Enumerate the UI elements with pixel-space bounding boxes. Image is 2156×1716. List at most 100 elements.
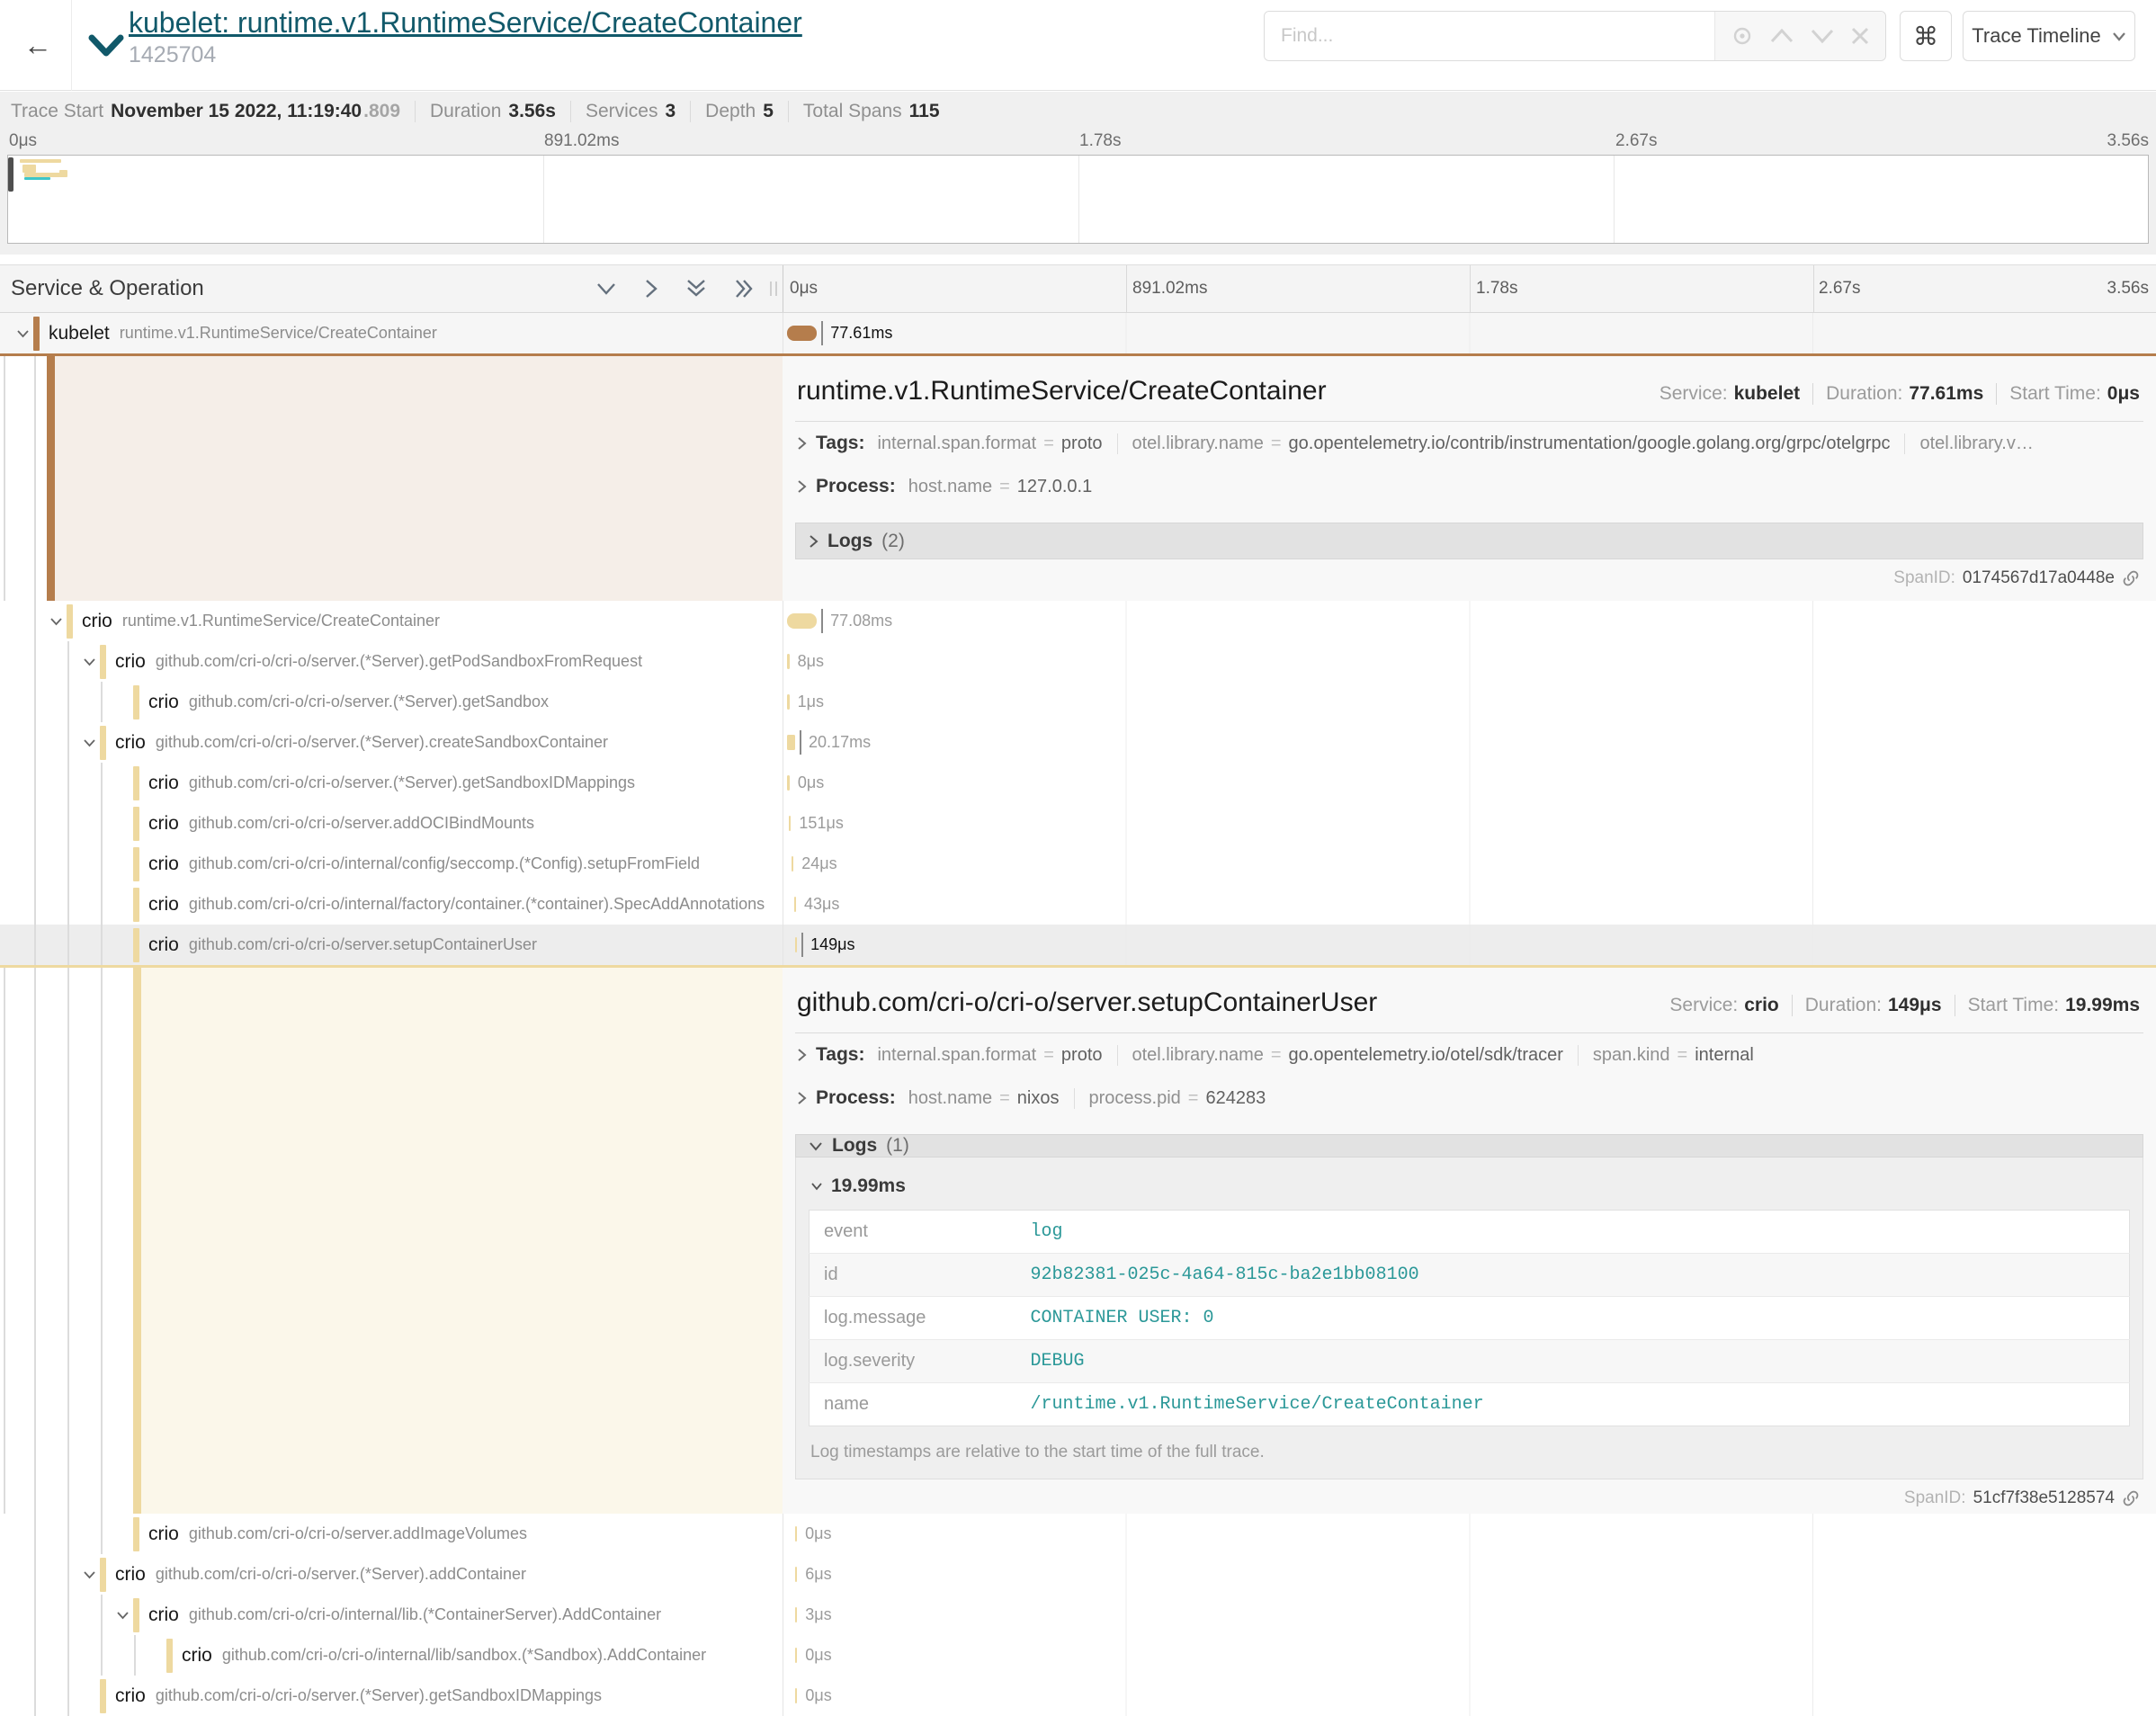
span-row[interactable]: crio github.com/cri-o/cri-o/internal/con… bbox=[0, 844, 2156, 884]
span-name-cell[interactable]: crio github.com/cri-o/cri-o/server.(*Ser… bbox=[0, 1554, 783, 1595]
collapse-one-icon[interactable] bbox=[595, 282, 617, 296]
link-icon[interactable] bbox=[2122, 1489, 2140, 1507]
span-duration-bar[interactable] bbox=[787, 694, 790, 710]
span-duration-bar[interactable] bbox=[787, 326, 817, 341]
trace-collapse-chevron-icon[interactable] bbox=[88, 34, 124, 58]
span-timeline-cell[interactable]: 149μs bbox=[783, 925, 2156, 965]
span-duration-bar[interactable] bbox=[795, 1567, 798, 1582]
key-value-pair[interactable]: otel.library.name = go.opentelemetry.io/… bbox=[1118, 1045, 1579, 1066]
span-timeline-cell[interactable]: 8μs bbox=[783, 641, 2156, 682]
chevron-down-icon[interactable] bbox=[49, 617, 63, 626]
log-entry-header[interactable]: 19.99ms bbox=[809, 1170, 2130, 1210]
span-row[interactable]: crio github.com/cri-o/cri-o/server.addIm… bbox=[0, 1514, 2156, 1554]
keyboard-shortcuts-button[interactable]: ⌘ bbox=[1900, 11, 1952, 61]
back-button[interactable]: ← bbox=[16, 23, 59, 67]
key-value-pair[interactable]: span.kind = internal bbox=[1579, 1045, 1768, 1066]
span-duration-bar[interactable] bbox=[795, 1526, 798, 1542]
key-value-pair[interactable]: otel.library.name = go.opentelemetry.io/… bbox=[1118, 433, 1906, 454]
expand-one-icon[interactable] bbox=[644, 278, 658, 299]
process-row[interactable]: Process: host.name = nixos process.pid =… bbox=[795, 1077, 2143, 1120]
span-timeline-cell[interactable]: 20.17ms bbox=[783, 722, 2156, 763]
span-row[interactable]: crio github.com/cri-o/cri-o/server.(*Ser… bbox=[0, 722, 2156, 763]
span-timeline-cell[interactable]: 3μs bbox=[783, 1595, 2156, 1635]
logs-accordion-header[interactable]: Logs (1) bbox=[795, 1134, 2143, 1157]
span-duration-bar[interactable] bbox=[787, 775, 790, 791]
minimap-drag-handle[interactable] bbox=[8, 157, 13, 192]
trace-title-link[interactable]: kubelet: runtime.v1.RuntimeService/Creat… bbox=[129, 6, 802, 40]
span-name-cell[interactable]: crio github.com/cri-o/cri-o/server.(*Ser… bbox=[0, 1676, 783, 1716]
span-row[interactable]: crio github.com/cri-o/cri-o/server.addOC… bbox=[0, 803, 2156, 844]
chevron-down-icon[interactable] bbox=[83, 1570, 96, 1579]
span-row[interactable]: crio github.com/cri-o/cri-o/server.(*Ser… bbox=[0, 763, 2156, 803]
span-timeline-cell[interactable]: 77.61ms bbox=[783, 313, 2156, 353]
chevron-down-icon[interactable] bbox=[16, 329, 30, 338]
span-timeline-cell[interactable]: 24μs bbox=[783, 844, 2156, 884]
span-name-cell[interactable]: crio runtime.v1.RuntimeService/CreateCon… bbox=[0, 601, 783, 641]
next-match-icon[interactable] bbox=[1810, 28, 1835, 44]
span-duration-bar[interactable] bbox=[795, 937, 798, 952]
span-name-cell[interactable]: crio github.com/cri-o/cri-o/server.setup… bbox=[0, 925, 783, 965]
chevron-down-icon[interactable] bbox=[83, 738, 96, 747]
key-value-pair[interactable]: internal.span.format = proto bbox=[877, 433, 1117, 454]
span-timeline-cell[interactable]: 0μs bbox=[783, 1676, 2156, 1716]
span-timeline-cell[interactable]: 1μs bbox=[783, 682, 2156, 722]
prev-match-icon[interactable] bbox=[1769, 28, 1794, 44]
collapse-all-icon[interactable] bbox=[685, 278, 707, 299]
link-icon[interactable] bbox=[2122, 569, 2140, 587]
span-name-cell[interactable]: crio github.com/cri-o/cri-o/server.(*Ser… bbox=[0, 682, 783, 722]
span-row[interactable]: crio github.com/cri-o/cri-o/server.(*Ser… bbox=[0, 1554, 2156, 1595]
tags-row[interactable]: Tags: internal.span.format = proto otel.… bbox=[795, 422, 2143, 465]
span-timeline-cell[interactable]: 0μs bbox=[783, 1514, 2156, 1554]
find-input[interactable] bbox=[1265, 12, 1714, 60]
expand-all-icon[interactable] bbox=[734, 278, 756, 299]
key-value-pair[interactable]: process.pid = 624283 bbox=[1075, 1088, 1281, 1109]
key-value-pair[interactable]: host.name = nixos bbox=[908, 1088, 1075, 1109]
minimap-canvas[interactable] bbox=[7, 155, 2149, 244]
span-name-cell[interactable]: crio github.com/cri-o/cri-o/internal/lib… bbox=[0, 1635, 783, 1676]
span-name-cell[interactable]: crio github.com/cri-o/cri-o/internal/lib… bbox=[0, 1595, 783, 1635]
key-value-pair[interactable]: internal.span.format = proto bbox=[877, 1045, 1117, 1066]
key-value-pair[interactable]: host.name = 127.0.0.1 bbox=[908, 477, 1107, 497]
span-duration-bar[interactable] bbox=[792, 856, 794, 871]
span-row[interactable]: crio github.com/cri-o/cri-o/server.(*Ser… bbox=[0, 682, 2156, 722]
span-row[interactable]: crio github.com/cri-o/cri-o/server.setup… bbox=[0, 925, 2156, 965]
tags-row[interactable]: Tags: internal.span.format = proto otel.… bbox=[795, 1033, 2143, 1077]
span-name-cell[interactable]: crio github.com/cri-o/cri-o/internal/fac… bbox=[0, 884, 783, 925]
span-duration-bar[interactable] bbox=[795, 1648, 798, 1663]
span-timeline-cell[interactable]: 0μs bbox=[783, 1635, 2156, 1676]
span-name-cell[interactable]: crio github.com/cri-o/cri-o/server.(*Ser… bbox=[0, 763, 783, 803]
span-timeline-cell[interactable]: 43μs bbox=[783, 884, 2156, 925]
span-timeline-cell[interactable]: 0μs bbox=[783, 763, 2156, 803]
span-timeline-cell[interactable]: 6μs bbox=[783, 1554, 2156, 1595]
span-row[interactable]: crio github.com/cri-o/cri-o/internal/lib… bbox=[0, 1635, 2156, 1676]
chevron-down-icon[interactable] bbox=[116, 1611, 130, 1620]
trace-view-selector[interactable]: Trace Timeline bbox=[1963, 11, 2135, 61]
span-duration-bar[interactable] bbox=[789, 816, 792, 831]
span-row[interactable]: kubelet runtime.v1.RuntimeService/Create… bbox=[0, 313, 2156, 353]
span-duration-bar[interactable] bbox=[795, 1688, 798, 1703]
column-resizer-handle[interactable] bbox=[770, 282, 777, 296]
span-name-cell[interactable]: crio github.com/cri-o/cri-o/server.(*Ser… bbox=[0, 722, 783, 763]
span-name-cell[interactable]: crio github.com/cri-o/cri-o/server.addOC… bbox=[0, 803, 783, 844]
span-duration-bar[interactable] bbox=[787, 735, 795, 750]
span-name-cell[interactable]: crio github.com/cri-o/cri-o/server.(*Ser… bbox=[0, 641, 783, 682]
span-name-cell[interactable]: kubelet runtime.v1.RuntimeService/Create… bbox=[0, 313, 783, 353]
logs-accordion-header[interactable]: Logs (2) bbox=[795, 523, 2143, 559]
span-duration-bar[interactable] bbox=[787, 613, 817, 629]
span-timeline-cell[interactable]: 77.08ms bbox=[783, 601, 2156, 641]
key-value-pair[interactable]: otel.library.v… bbox=[1905, 433, 2047, 454]
span-row[interactable]: crio github.com/cri-o/cri-o/internal/lib… bbox=[0, 1595, 2156, 1635]
span-duration-bar[interactable] bbox=[794, 897, 797, 912]
span-timeline-cell[interactable]: 151μs bbox=[783, 803, 2156, 844]
span-duration-bar[interactable] bbox=[787, 654, 790, 669]
span-row[interactable]: crio runtime.v1.RuntimeService/CreateCon… bbox=[0, 601, 2156, 641]
span-row[interactable]: crio github.com/cri-o/cri-o/internal/fac… bbox=[0, 884, 2156, 925]
clear-find-icon[interactable] bbox=[1850, 26, 1870, 46]
match-target-icon[interactable] bbox=[1731, 24, 1754, 48]
chevron-down-icon[interactable] bbox=[83, 657, 96, 666]
span-name-cell[interactable]: crio github.com/cri-o/cri-o/server.addIm… bbox=[0, 1514, 783, 1554]
span-name-cell[interactable]: crio github.com/cri-o/cri-o/internal/con… bbox=[0, 844, 783, 884]
span-row[interactable]: crio github.com/cri-o/cri-o/server.(*Ser… bbox=[0, 641, 2156, 682]
span-duration-bar[interactable] bbox=[795, 1607, 798, 1622]
span-row[interactable]: crio github.com/cri-o/cri-o/server.(*Ser… bbox=[0, 1676, 2156, 1716]
